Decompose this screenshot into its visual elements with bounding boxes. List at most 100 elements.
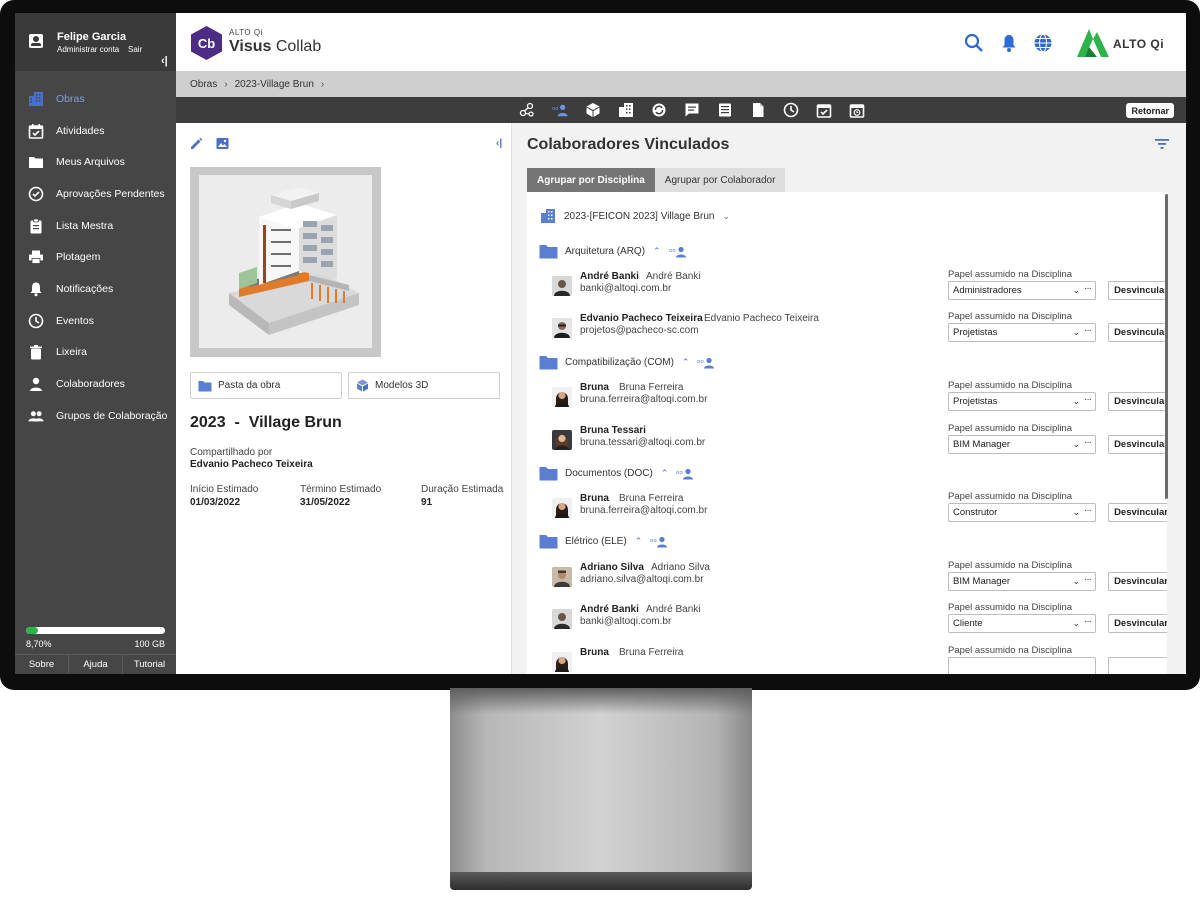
filter-icon[interactable] [1155,137,1169,155]
image-icon[interactable] [216,137,229,155]
collaborator-email: bruna.ferreira@altoqi.com.br [580,394,708,405]
role-select[interactable]: BIM Manager ⌄ ··· [948,572,1096,591]
breadcrumb-project[interactable]: 2023-Village Brun [235,79,314,90]
role-select[interactable]: Cliente ⌄ ··· [948,614,1096,633]
chevron-up-icon[interactable]: ⌃ [653,246,661,257]
project-group-header[interactable]: 2023-[FEICON 2023] Village Brun ⌄ [540,208,730,224]
chevron-down-icon: ⌄ [1072,618,1080,628]
svg-text:oo: oo [697,359,704,365]
about-link[interactable]: Sobre [15,655,69,674]
unlink-button[interactable]: Desvincular [1108,614,1167,633]
more-options-icon[interactable]: ··· [1084,394,1092,405]
add-collaborator-icon[interactable]: oo [697,357,715,369]
notifications-bell-icon[interactable] [999,33,1019,53]
unlink-button[interactable]: Desvincular [1108,435,1167,454]
more-options-icon[interactable]: ··· [1084,437,1092,448]
discipline-header-arq[interactable]: Arquitetura (ARQ) ⌃ oo [539,244,687,259]
language-globe-icon[interactable] [1033,33,1053,53]
edit-pencil-icon[interactable] [190,137,203,155]
more-options-icon[interactable]: ··· [1084,616,1092,627]
logout-link[interactable]: Sair [128,45,142,54]
role-select[interactable]: Projetistas ⌄ ··· [948,392,1096,411]
list-document-icon[interactable] [717,102,733,118]
more-options-icon[interactable]: ··· [1084,283,1092,294]
unlink-button[interactable]: Desvincular [1108,323,1167,342]
collapse-sidebar-icon[interactable]: ‹| [161,55,168,67]
more-options-icon[interactable]: ··· [1084,325,1092,336]
role-select[interactable] [948,657,1096,674]
unlink-button[interactable]: Desvincular [1108,572,1167,591]
chevron-down-icon[interactable]: ⌄ [722,211,730,222]
discipline-name: Documentos (DOC) [565,468,653,479]
avatar [552,609,572,629]
building-icon [28,91,44,107]
sidebar-item-plotagem[interactable]: Plotagem [15,241,176,273]
role-select[interactable]: Projetistas ⌄ ··· [948,323,1096,342]
tutorial-link[interactable]: Tutorial [123,655,176,674]
tab-group-by-discipline[interactable]: Agrupar por Disciplina [527,168,655,192]
sidebar-item-eventos[interactable]: Eventos [15,305,176,337]
collaborators-link-icon[interactable]: oo [552,102,568,118]
return-button[interactable]: Retornar [1126,103,1174,118]
chevron-down-icon: ⌄ [1072,576,1080,586]
help-link[interactable]: Ajuda [69,655,123,674]
building-icon[interactable] [618,102,634,118]
more-options-icon[interactable]: ··· [1084,574,1092,585]
unlink-button[interactable]: Desvincular [1108,281,1167,300]
sidebar-item-notificacoes[interactable]: Notificações [15,273,176,305]
search-icon[interactable] [964,33,984,53]
discipline-header-com[interactable]: Compatibilização (COM) ⌃ oo [539,355,715,370]
role-label: Papel assumido na Disciplina [948,491,1073,502]
add-collaborator-icon[interactable]: oo [669,246,687,258]
breadcrumb-obras[interactable]: Obras [190,79,217,90]
chevron-up-icon[interactable]: ⌃ [635,536,643,547]
list-scrollbar[interactable] [1165,194,1168,499]
clock-icon[interactable] [783,102,799,118]
chat-icon[interactable] [684,102,700,118]
chevron-up-icon[interactable]: ⌃ [682,357,690,368]
file-icon[interactable] [750,102,766,118]
role-select-value: BIM Manager [953,576,1011,587]
models-3d-button[interactable]: Modelos 3D [348,372,500,399]
add-collaborator-icon[interactable]: oo [650,536,668,548]
sidebar-item-label: Atividades [56,124,105,137]
unlink-button[interactable]: Desvincular [1108,392,1167,411]
sidebar-item-aprovacoes[interactable]: Aprovações Pendentes [15,178,176,210]
role-select[interactable]: Administradores ⌄ ··· [948,281,1096,300]
role-select[interactable]: BIM Manager ⌄ ··· [948,435,1096,454]
add-collaborator-icon[interactable]: oo [676,468,694,480]
chevron-up-icon[interactable]: ⌃ [661,468,669,479]
unlink-button[interactable] [1108,657,1167,674]
cube-3d-icon[interactable] [585,102,601,118]
app-name: Visus Collab [229,38,321,56]
calendar-clock-icon[interactable] [849,102,865,118]
discipline-header-ele[interactable]: Elétrico (ELE) ⌃ oo [539,534,668,549]
network-icon[interactable] [519,102,535,118]
check-circle-icon [28,186,44,202]
collapse-panel-icon[interactable]: ‹| [496,138,502,149]
breadcrumb: Obras › 2023-Village Brun › [176,71,1186,97]
sidebar-item-lixeira[interactable]: Lixeira [15,337,176,369]
collaborator-row: André Banki André Banki banki@altoqi.com… [552,269,1167,301]
clock-icon [28,313,44,329]
sync-globe-icon[interactable] [651,102,667,118]
calendar-check-icon[interactable] [816,102,832,118]
discipline-header-doc[interactable]: Documentos (DOC) ⌃ oo [539,466,694,481]
role-select[interactable]: Construtor ⌄ ··· [948,503,1096,522]
sidebar-item-meus-arquivos[interactable]: Meus Arquivos [15,146,176,178]
tab-group-by-collaborator[interactable]: Agrupar por Colaborador [654,168,786,192]
role-select-value: Administradores [953,285,1022,296]
start-date-value: 01/03/2022 [190,497,241,508]
more-options-icon[interactable]: ··· [1084,505,1092,516]
sidebar-item-grupos[interactable]: Grupos de Colaboração [15,400,176,432]
monitor-stand [450,688,752,874]
storage-progress-fill [26,627,39,634]
bell-icon [28,281,44,297]
unlink-button[interactable]: Desvincular [1108,503,1167,522]
sidebar-item-lista-mestra[interactable]: Lista Mestra [15,210,176,242]
manage-account-link[interactable]: Administrar conta [57,45,119,54]
project-folder-button[interactable]: Pasta da obra [190,372,342,399]
sidebar-item-obras[interactable]: Obras [15,83,176,115]
sidebar-item-colaboradores[interactable]: Colaboradores [15,368,176,400]
sidebar-item-atividades[interactable]: Atividades [15,115,176,147]
